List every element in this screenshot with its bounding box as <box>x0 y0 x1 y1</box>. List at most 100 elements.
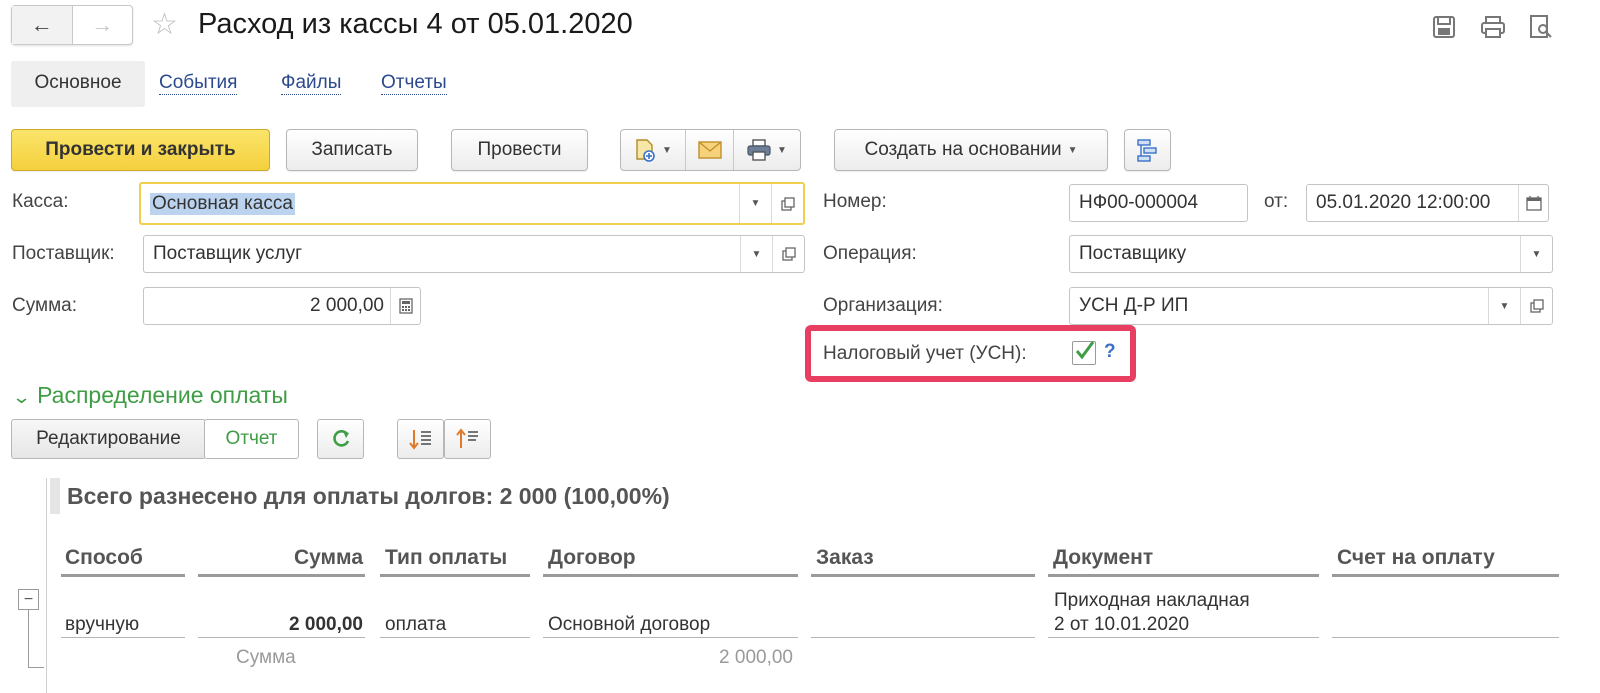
date-label: от: <box>1264 191 1289 212</box>
tab-files[interactable]: Файлы <box>281 72 342 95</box>
chevron-down-icon: ▼ <box>1531 248 1542 260</box>
print-icon[interactable] <box>1480 14 1506 40</box>
report-title: Всего разнесено для оплаты долгов: 2 000… <box>67 483 670 509</box>
header-underline <box>380 574 530 577</box>
sort-descending-button[interactable] <box>397 419 444 459</box>
sum-label: Сумма: <box>12 295 77 316</box>
calculator-icon <box>398 298 413 314</box>
chevron-down-icon: ▼ <box>751 248 762 260</box>
hierarchy-icon <box>1136 139 1157 162</box>
kassa-dropdown-button[interactable]: ▼ <box>739 184 771 223</box>
tree-line <box>28 667 44 668</box>
actions-button-group: ▼ ▼ <box>620 129 801 171</box>
favorite-star-icon[interactable]: ☆ <box>151 10 178 40</box>
supplier-open-button[interactable] <box>772 236 804 272</box>
forward-button[interactable]: → <box>73 6 133 44</box>
tab-main[interactable]: Основное <box>11 61 145 107</box>
save-icon[interactable] <box>1431 14 1457 40</box>
organization-field[interactable]: УСН Д-Р ИП ▼ <box>1069 287 1553 325</box>
column-header-contract: Договор <box>548 546 636 569</box>
row-method: вручную <box>65 614 140 635</box>
operation-value: Поставщику <box>1079 243 1187 264</box>
sort-descending-icon <box>408 430 431 450</box>
supplier-value: Поставщик услуг <box>153 243 303 264</box>
distribution-section-title: Распределение оплаты <box>37 382 288 408</box>
calculator-button[interactable] <box>390 288 420 324</box>
back-button[interactable]: ← <box>12 6 73 44</box>
save-button[interactable]: Записать <box>286 129 418 171</box>
operation-dropdown-button[interactable]: ▼ <box>1520 236 1552 272</box>
create-based-on-label: Создать на основании <box>864 139 1062 160</box>
minus-icon: − <box>23 590 34 608</box>
kassa-open-button[interactable] <box>771 184 803 223</box>
post-button[interactable]: Провести <box>451 129 588 171</box>
distribution-section-header[interactable]: ⌄ Распределение оплаты <box>12 382 288 409</box>
open-icon <box>1529 299 1544 313</box>
arrow-left-icon: ← <box>30 12 53 37</box>
operation-field[interactable]: Поставщику ▼ <box>1069 235 1553 273</box>
envelope-icon <box>697 141 722 159</box>
structure-button[interactable] <box>1124 129 1171 171</box>
checkmark-icon <box>1075 341 1095 360</box>
row-contract: Основной договор <box>548 614 711 635</box>
number-label: Номер: <box>823 191 887 212</box>
row-document-line1: Приходная накладная <box>1054 590 1250 611</box>
report-group-marker <box>50 478 60 514</box>
header-underline <box>1048 574 1319 577</box>
column-header-payment-type: Тип оплаты <box>385 546 508 569</box>
tax-accounting-checkbox[interactable] <box>1072 341 1096 365</box>
supplier-dropdown-button[interactable]: ▼ <box>740 236 772 272</box>
collapse-group-button[interactable]: − <box>18 589 39 610</box>
post-and-close-button[interactable]: Провести и закрыть <box>11 129 270 171</box>
number-field[interactable]: НФ00-000004 <box>1069 184 1248 222</box>
row-underline <box>198 637 365 638</box>
refresh-button[interactable] <box>317 419 364 459</box>
column-header-invoice: Счет на оплату <box>1337 546 1495 569</box>
row-sum: 2 000,00 <box>289 614 363 635</box>
row-underline <box>61 637 185 638</box>
column-header-order: Заказ <box>816 546 874 569</box>
header-underline <box>811 574 1035 577</box>
chevron-down-icon: ▼ <box>662 144 672 156</box>
chevron-down-icon: ▼ <box>750 198 761 209</box>
supplier-label: Поставщик: <box>12 243 115 264</box>
total-label: Сумма <box>236 647 296 668</box>
edit-mode-button[interactable]: Редактирование <box>11 419 206 459</box>
header-underline <box>543 574 798 577</box>
row-document-line2: 2 от 10.01.2020 <box>1054 614 1190 635</box>
sort-ascending-button[interactable] <box>444 419 491 459</box>
page-title: Расход из кассы 4 от 05.01.2020 <box>198 8 633 40</box>
row-underline <box>1332 637 1559 638</box>
date-field[interactable]: 05.01.2020 12:00:00 <box>1306 184 1549 222</box>
organization-value: УСН Д-Р ИП <box>1079 295 1189 316</box>
navigation-buttons: ← → <box>11 5 133 45</box>
chevron-down-icon: ▼ <box>1067 144 1078 156</box>
organization-dropdown-button[interactable]: ▼ <box>1488 288 1520 324</box>
printer-icon <box>747 139 771 161</box>
report-mode-button[interactable]: Отчет <box>204 419 299 459</box>
row-underline <box>811 637 1035 638</box>
chevron-down-icon: ▼ <box>1499 300 1510 312</box>
number-value: НФ00-000004 <box>1079 192 1199 213</box>
help-icon[interactable]: ? <box>1104 341 1116 363</box>
create-based-on-button[interactable]: Создать на основании ▼ <box>834 129 1108 171</box>
create-document-button[interactable]: ▼ <box>621 130 686 170</box>
header-underline <box>198 574 365 577</box>
tab-events[interactable]: События <box>159 72 238 95</box>
sum-field[interactable]: 2 000,00 <box>143 287 421 325</box>
header-underline <box>61 574 185 577</box>
preview-icon[interactable] <box>1528 14 1554 40</box>
kassa-field[interactable]: Основная касса ▼ <box>139 182 805 225</box>
tree-line <box>28 610 29 668</box>
tab-reports[interactable]: Отчеты <box>381 72 447 95</box>
organization-open-button[interactable] <box>1520 288 1552 324</box>
email-button[interactable] <box>686 130 734 170</box>
row-underline <box>380 637 530 638</box>
column-header-document: Документ <box>1053 546 1154 569</box>
refresh-icon <box>332 430 349 447</box>
date-picker-button[interactable] <box>1518 185 1548 221</box>
print-menu-button[interactable]: ▼ <box>734 130 800 170</box>
column-header-sum: Сумма <box>293 546 363 569</box>
date-value: 05.01.2020 12:00:00 <box>1316 192 1491 213</box>
supplier-field[interactable]: Поставщик услуг ▼ <box>143 235 805 273</box>
